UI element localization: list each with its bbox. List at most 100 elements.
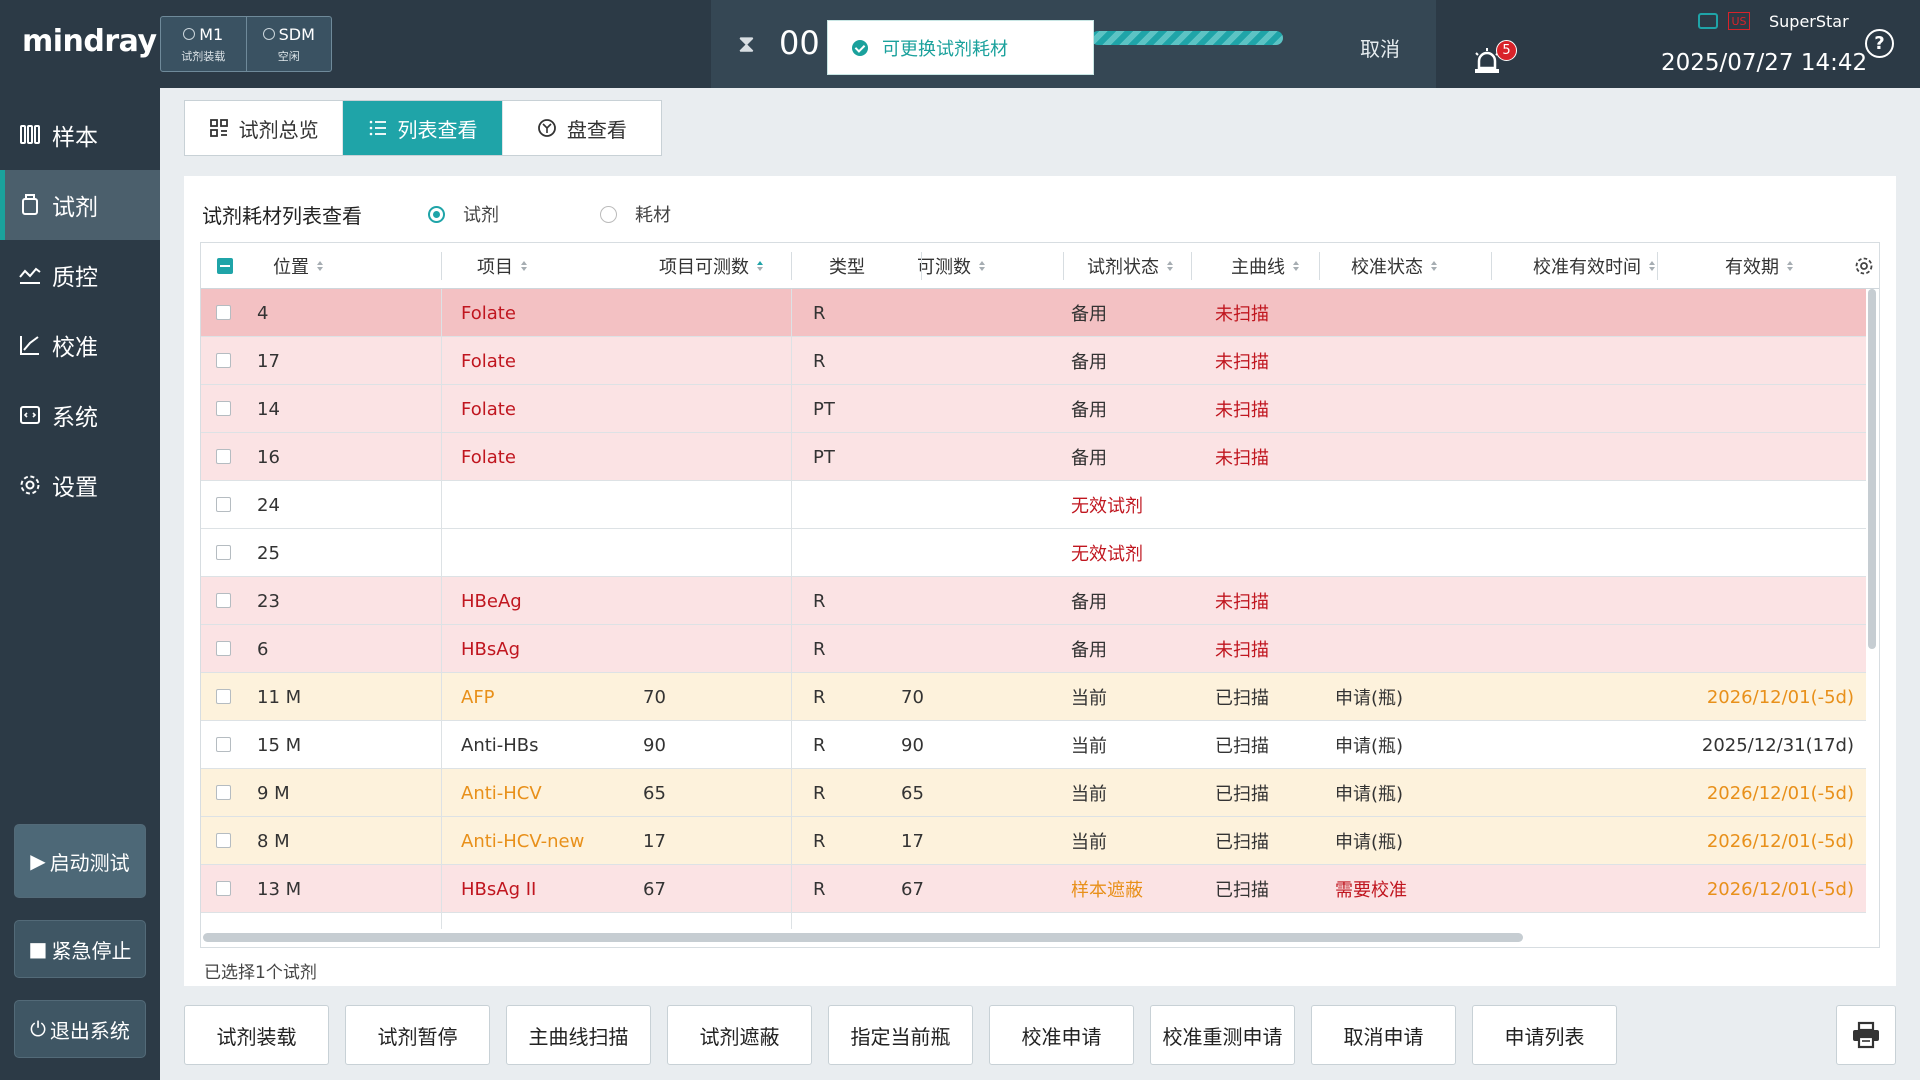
tab-reagent-overview[interactable]: 试剂总览 xyxy=(185,101,344,155)
cancel-button[interactable]: 取消 xyxy=(1360,33,1400,62)
header-cal-status[interactable]: 校准状态 xyxy=(1351,243,1437,289)
start-test-button[interactable]: ▶ 启动测试 xyxy=(14,824,146,898)
row-checkbox[interactable] xyxy=(216,545,231,560)
cell-type: R xyxy=(813,638,826,660)
sort-icon xyxy=(1293,261,1299,271)
row-checkbox[interactable] xyxy=(216,593,231,608)
column-settings-icon[interactable] xyxy=(1853,255,1875,277)
emergency-stop-button[interactable]: ■ 紧急停止 xyxy=(14,920,146,978)
row-checkbox[interactable] xyxy=(216,881,231,896)
module-m1[interactable]: M1 试剂装载 xyxy=(161,17,247,71)
request-list-button[interactable]: 申请列表 xyxy=(1472,1005,1617,1065)
alarm-count-badge: 5 xyxy=(1496,40,1517,61)
sidebar-item-settings[interactable]: 设置 xyxy=(0,450,160,520)
sidebar-item-calibration[interactable]: 校准 xyxy=(0,310,160,380)
master-curve-scan-button[interactable]: 主曲线扫描 xyxy=(506,1005,651,1065)
disk-icon xyxy=(537,119,556,137)
reagent-icon xyxy=(22,194,38,215)
table-header: 位置 项目 项目可测数 类型 可测数 试剂状态 主曲线 校准状态 校准有效时间 有效期 xyxy=(201,243,1879,289)
sort-icon xyxy=(979,261,985,271)
cell-type: R xyxy=(813,734,826,756)
sidebar-item-label: 样本 xyxy=(52,125,98,151)
radio-reagent[interactable]: 试剂 xyxy=(428,201,499,227)
progress-bar xyxy=(1091,31,1283,45)
help-icon[interactable]: ? xyxy=(1865,29,1894,58)
cell-master-curve: 已扫描 xyxy=(1215,688,1269,709)
table-row[interactable]: 17 Folate R 备用 未扫描 xyxy=(201,337,1866,385)
calibration-rerun-button[interactable]: 校准重测申请 xyxy=(1150,1005,1295,1065)
cell-reagent-status: 备用 xyxy=(1071,304,1107,325)
table-row[interactable] xyxy=(201,913,1866,929)
row-checkbox[interactable] xyxy=(216,689,231,704)
exit-system-button[interactable]: ⏻ 退出系统 xyxy=(14,1000,146,1058)
calibration-request-button[interactable]: 校准申请 xyxy=(989,1005,1134,1065)
header-type[interactable]: 类型 xyxy=(829,243,865,289)
row-checkbox[interactable] xyxy=(216,497,231,512)
row-checkbox[interactable] xyxy=(216,833,231,848)
module-sdm[interactable]: SDM 空闲 xyxy=(247,17,332,71)
table-row[interactable]: 11 M AFP 70 R 70 当前 已扫描 申请(瓶) 2026/12/01(-5d) xyxy=(201,673,1866,721)
cell-type: R xyxy=(813,830,826,852)
check-circle-icon xyxy=(852,39,868,56)
sort-icon xyxy=(1649,261,1655,271)
row-checkbox[interactable] xyxy=(216,737,231,752)
tab-list-view[interactable]: 列表查看 xyxy=(343,101,503,155)
table-row[interactable]: 4 Folate R 备用 未扫描 xyxy=(201,289,1866,337)
table-row[interactable]: 6 HBsAg R 备用 未扫描 xyxy=(201,625,1866,673)
vertical-scrollbar[interactable] xyxy=(1868,289,1876,649)
header-divider xyxy=(441,252,442,280)
header-reagent-status[interactable]: 试剂状态 xyxy=(1087,243,1173,289)
cell-master-curve: 已扫描 xyxy=(1215,736,1269,757)
row-checkbox[interactable] xyxy=(216,449,231,464)
header-position[interactable]: 位置 xyxy=(273,243,323,289)
alarm-button[interactable]: 5 xyxy=(1466,40,1517,80)
cell-item-tests: 90 xyxy=(643,734,666,756)
cell-reagent-status: 备用 xyxy=(1071,352,1107,373)
select-all-checkbox[interactable] xyxy=(217,258,233,274)
table-row[interactable]: 25 无效试剂 xyxy=(201,529,1866,577)
row-checkbox[interactable] xyxy=(216,305,231,320)
table-row[interactable]: 13 M HBsAg II 67 R 67 样本遮蔽 已扫描 需要校准 2026/12/01(-… xyxy=(201,865,1866,913)
radio-consumable[interactable]: 耗材 xyxy=(600,201,671,227)
load-reagent-button[interactable]: 试剂装载 xyxy=(184,1005,329,1065)
header-item-tests[interactable]: 项目可测数 xyxy=(659,243,763,289)
sidebar-item-label: 设置 xyxy=(52,475,98,501)
row-checkbox[interactable] xyxy=(216,641,231,656)
header-item[interactable]: 项目 xyxy=(477,243,527,289)
table-row[interactable]: 14 Folate PT 备用 未扫描 xyxy=(201,385,1866,433)
sidebar-item-qc[interactable]: 质控 xyxy=(0,240,160,310)
reagent-list-panel: 试剂耗材列表查看 试剂 耗材 位置 项目 项目可测数 类型 可测数 试剂状态 主曲线 校准状态… xyxy=(184,176,1896,986)
cell-item: Anti-HBs xyxy=(461,734,539,756)
table-row[interactable]: 24 无效试剂 xyxy=(201,481,1866,529)
user-name[interactable]: SuperStar xyxy=(1769,12,1849,31)
print-button[interactable] xyxy=(1836,1005,1896,1065)
table-row[interactable]: 16 Folate PT 备用 未扫描 xyxy=(201,433,1866,481)
row-checkbox[interactable] xyxy=(216,785,231,800)
pause-reagent-button[interactable]: 试剂暂停 xyxy=(345,1005,490,1065)
toast-message: 可更换试剂耗材 xyxy=(882,38,1008,60)
cancel-request-button[interactable]: 取消申请 xyxy=(1311,1005,1456,1065)
horizontal-scrollbar[interactable] xyxy=(203,933,1523,942)
sidebar-item-sample[interactable]: 样本 xyxy=(0,100,160,170)
header-tests[interactable]: 可测数 xyxy=(917,243,985,289)
row-checkbox[interactable] xyxy=(216,353,231,368)
tab-disk-view[interactable]: 盘查看 xyxy=(503,101,661,155)
table-row[interactable]: 9 M Anti-HCV 65 R 65 当前 已扫描 申请(瓶) 2026/12/01(-5d… xyxy=(201,769,1866,817)
cell-item-tests: 70 xyxy=(643,686,666,708)
row-checkbox[interactable] xyxy=(216,401,231,416)
sidebar-item-system[interactable]: 系统 xyxy=(0,380,160,450)
header-master-curve[interactable]: 主曲线 xyxy=(1231,243,1299,289)
sort-icon xyxy=(1167,261,1173,271)
cell-position: 24 xyxy=(257,494,280,516)
header-expiry[interactable]: 有效期 xyxy=(1725,243,1793,289)
mask-reagent-button[interactable]: 试剂遮蔽 xyxy=(667,1005,812,1065)
header-cal-valid-time[interactable]: 校准有效时间 xyxy=(1533,243,1655,289)
sidebar-item-reagent[interactable]: 试剂 xyxy=(0,170,160,240)
set-current-bottle-button[interactable]: 指定当前瓶 xyxy=(828,1005,973,1065)
table-row[interactable]: 8 M Anti-HCV-new 17 R 17 当前 已扫描 申请(瓶) 2026/12/01… xyxy=(201,817,1866,865)
header-divider xyxy=(791,252,792,280)
radio-indicator xyxy=(428,205,445,223)
table-row[interactable]: 23 HBeAg R 备用 未扫描 xyxy=(201,577,1866,625)
cell-type: R xyxy=(813,782,826,804)
table-row[interactable]: 15 M Anti-HBs 90 R 90 当前 已扫描 申请(瓶) 2025/12/31(17… xyxy=(201,721,1866,769)
